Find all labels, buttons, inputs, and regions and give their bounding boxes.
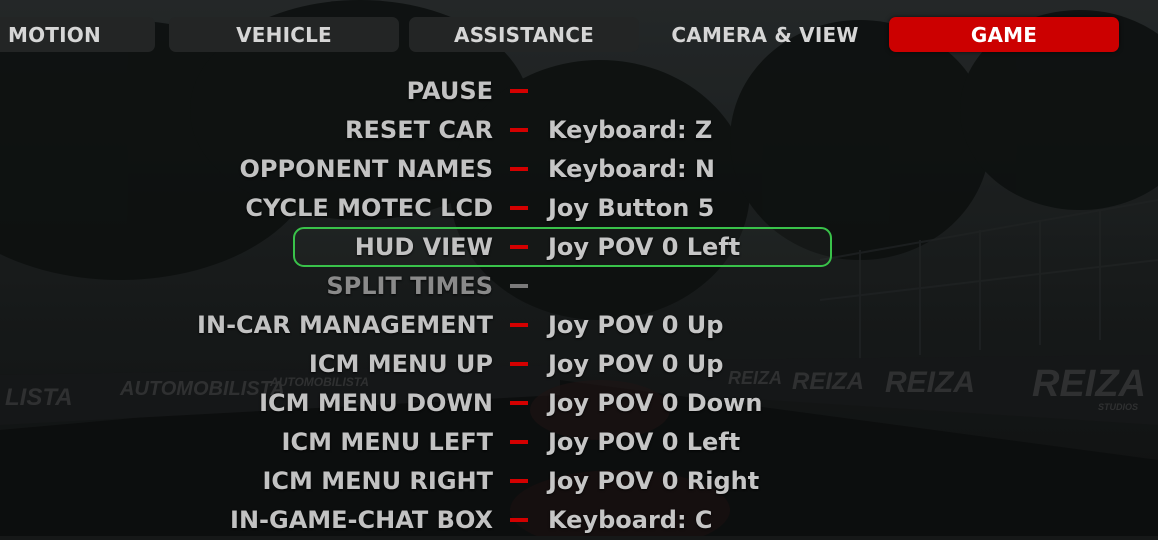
binding-action-label: IN-CAR MANAGEMENT xyxy=(197,311,493,339)
binding-value: Joy POV 0 Left xyxy=(548,233,741,261)
binding-row-split-times[interactable]: SPLIT TIMES xyxy=(0,267,1158,306)
binding-separator xyxy=(510,479,528,483)
binding-value: Joy POV 0 Up xyxy=(548,350,724,378)
tab-vehicle[interactable]: VEHICLE xyxy=(169,17,399,52)
binding-row-icm-menu-up[interactable]: ICM MENU UP Joy POV 0 Up xyxy=(0,345,1158,384)
binding-action-label: RESET CAR xyxy=(345,116,493,144)
binding-row-hud-view[interactable]: HUD VIEW Joy POV 0 Left xyxy=(0,228,1158,267)
binding-value: Joy POV 0 Up xyxy=(548,311,724,339)
binding-row-reset-car[interactable]: RESET CAR Keyboard: Z xyxy=(0,111,1158,150)
binding-row-pause[interactable]: PAUSE xyxy=(0,72,1158,111)
binding-value: Joy POV 0 Right xyxy=(548,467,760,495)
tab-assistance[interactable]: ASSISTANCE xyxy=(409,17,639,52)
binding-value: Keyboard: C xyxy=(548,506,713,534)
binding-value: Joy Button 5 xyxy=(548,194,715,222)
tab-camera-view[interactable]: CAMERA & VIEW xyxy=(650,17,880,52)
binding-separator xyxy=(510,518,528,522)
binding-value: Joy POV 0 Down xyxy=(548,389,763,417)
binding-separator xyxy=(510,245,528,249)
binding-value: Keyboard: N xyxy=(548,155,716,183)
tab-motion[interactable]: MOTION xyxy=(0,17,155,52)
binding-separator xyxy=(510,128,528,132)
binding-row-icm-menu-down[interactable]: ICM MENU DOWN Joy POV 0 Down xyxy=(0,384,1158,423)
binding-separator xyxy=(510,206,528,210)
binding-row-icm-menu-left[interactable]: ICM MENU LEFT Joy POV 0 Left xyxy=(0,423,1158,462)
binding-separator xyxy=(510,89,528,93)
binding-action-label: ICM MENU UP xyxy=(308,350,493,378)
binding-separator xyxy=(510,362,528,366)
binding-row-opponent-names[interactable]: OPPONENT NAMES Keyboard: N xyxy=(0,150,1158,189)
binding-separator xyxy=(510,167,528,171)
binding-separator xyxy=(510,323,528,327)
binding-action-label: CYCLE MOTEC LCD xyxy=(245,194,493,222)
binding-row-in-car-management[interactable]: IN-CAR MANAGEMENT Joy POV 0 Up xyxy=(0,306,1158,345)
binding-action-label: PAUSE xyxy=(406,77,493,105)
binding-row-in-game-chat-box[interactable]: IN-GAME-CHAT BOX Keyboard: C xyxy=(0,501,1158,540)
binding-action-label: OPPONENT NAMES xyxy=(239,155,494,183)
binding-action-label: HUD VIEW xyxy=(354,233,493,261)
binding-action-label: ICM MENU DOWN xyxy=(259,389,493,417)
binding-separator xyxy=(510,284,528,288)
settings-tab-bar: MOTION VEHICLE ASSISTANCE CAMERA & VIEW … xyxy=(0,17,1158,53)
binding-separator xyxy=(510,401,528,405)
binding-value: Keyboard: Z xyxy=(548,116,713,144)
binding-action-label: SPLIT TIMES xyxy=(326,272,493,300)
binding-action-label: ICM MENU LEFT xyxy=(281,428,493,456)
binding-action-label: IN-GAME-CHAT BOX xyxy=(230,506,493,534)
binding-action-label: ICM MENU RIGHT xyxy=(262,467,493,495)
binding-row-icm-menu-right[interactable]: ICM MENU RIGHT Joy POV 0 Right xyxy=(0,462,1158,501)
binding-separator xyxy=(510,440,528,444)
binding-row-cycle-motec-lcd[interactable]: CYCLE MOTEC LCD Joy Button 5 xyxy=(0,189,1158,228)
tab-game[interactable]: GAME xyxy=(889,17,1119,52)
binding-value: Joy POV 0 Left xyxy=(548,428,741,456)
